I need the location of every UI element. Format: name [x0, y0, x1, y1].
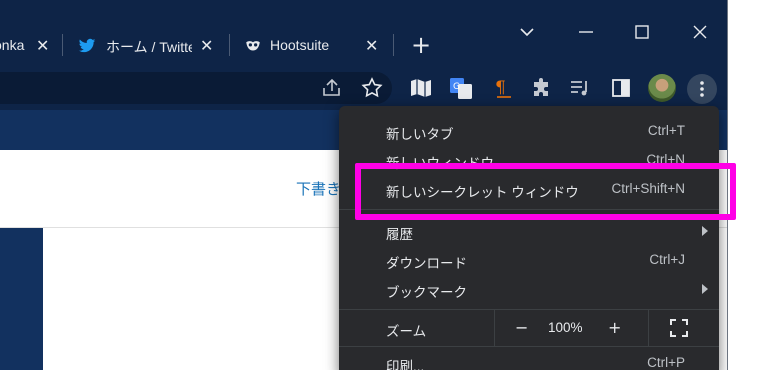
share-icon[interactable]: [320, 76, 344, 100]
chrome-main-menu: 新しいタブ Ctrl+T 新しいウィンドウ Ctrl+N 新しいシークレット ウ…: [339, 106, 719, 370]
menu-item-new-tab[interactable]: 新しいタブ Ctrl+T: [339, 116, 719, 145]
tab-separator: [229, 34, 230, 56]
zoom-divider: [648, 310, 649, 346]
submenu-arrow-icon: [702, 226, 708, 236]
tab-strip: onka ✕ ホーム / Twitte ✕ Hootsuite ✕ +: [0, 0, 727, 64]
minimize-icon[interactable]: [572, 18, 600, 46]
submenu-arrow-icon: [702, 284, 708, 294]
tab-separator: [393, 34, 394, 56]
draft-link[interactable]: 下書き: [296, 178, 341, 199]
toolbar: G ¶: [0, 64, 727, 110]
twitter-bird-icon: [78, 37, 96, 58]
tab-close-icon[interactable]: ✕: [200, 37, 213, 55]
maximize-icon[interactable]: [628, 18, 656, 46]
tab-search-chevron-icon[interactable]: [513, 18, 541, 46]
zoom-out-button[interactable]: −: [515, 318, 528, 337]
star-icon[interactable]: [360, 76, 384, 100]
hootsuite-owl-icon: [244, 37, 262, 58]
zoom-level: 100%: [548, 320, 583, 335]
zoom-in-button[interactable]: +: [608, 318, 621, 337]
menu-item-print[interactable]: 印刷... Ctrl+P: [339, 348, 719, 370]
reader-extension-icon[interactable]: [409, 76, 433, 100]
zoom-label: ズーム: [386, 324, 427, 339]
paragraph-extension-icon[interactable]: ¶: [491, 76, 515, 100]
tab-previous[interactable]: onka ✕: [0, 28, 62, 64]
tab-label: onka: [0, 37, 25, 53]
tab-label: ホーム / Twitte: [106, 39, 192, 55]
zoom-row: ズーム − 100% +: [339, 310, 719, 346]
puzzle-extensions-icon[interactable]: [530, 76, 554, 100]
menu-separator: [339, 346, 719, 347]
avatar[interactable]: [648, 74, 676, 102]
tab-hootsuite[interactable]: Hootsuite ✕: [232, 28, 390, 64]
svg-text:¶: ¶: [495, 78, 506, 98]
page-sidebar: [0, 228, 43, 370]
tab-separator: [62, 34, 63, 56]
tab-twitter[interactable]: ホーム / Twitte ✕: [66, 28, 226, 64]
zoom-divider: [494, 310, 495, 346]
reading-list-icon[interactable]: [568, 76, 592, 100]
translate-extension-icon[interactable]: G: [449, 76, 473, 100]
fullscreen-icon[interactable]: [670, 319, 688, 337]
highlight-annotation: [355, 163, 736, 220]
menu-item-history[interactable]: 履歴: [339, 216, 719, 245]
kebab-menu-icon[interactable]: [687, 74, 717, 104]
menu-item-downloads[interactable]: ダウンロード Ctrl+J: [339, 245, 719, 274]
menu-item-bookmarks[interactable]: ブックマーク: [339, 274, 719, 303]
close-window-icon[interactable]: [686, 18, 714, 46]
side-panel-icon[interactable]: [609, 76, 633, 100]
svg-text:G: G: [453, 82, 460, 92]
new-tab-button[interactable]: +: [408, 32, 434, 58]
tab-close-icon[interactable]: ✕: [365, 37, 378, 55]
tab-label: Hootsuite: [270, 37, 330, 53]
tab-close-icon[interactable]: ✕: [36, 37, 49, 55]
